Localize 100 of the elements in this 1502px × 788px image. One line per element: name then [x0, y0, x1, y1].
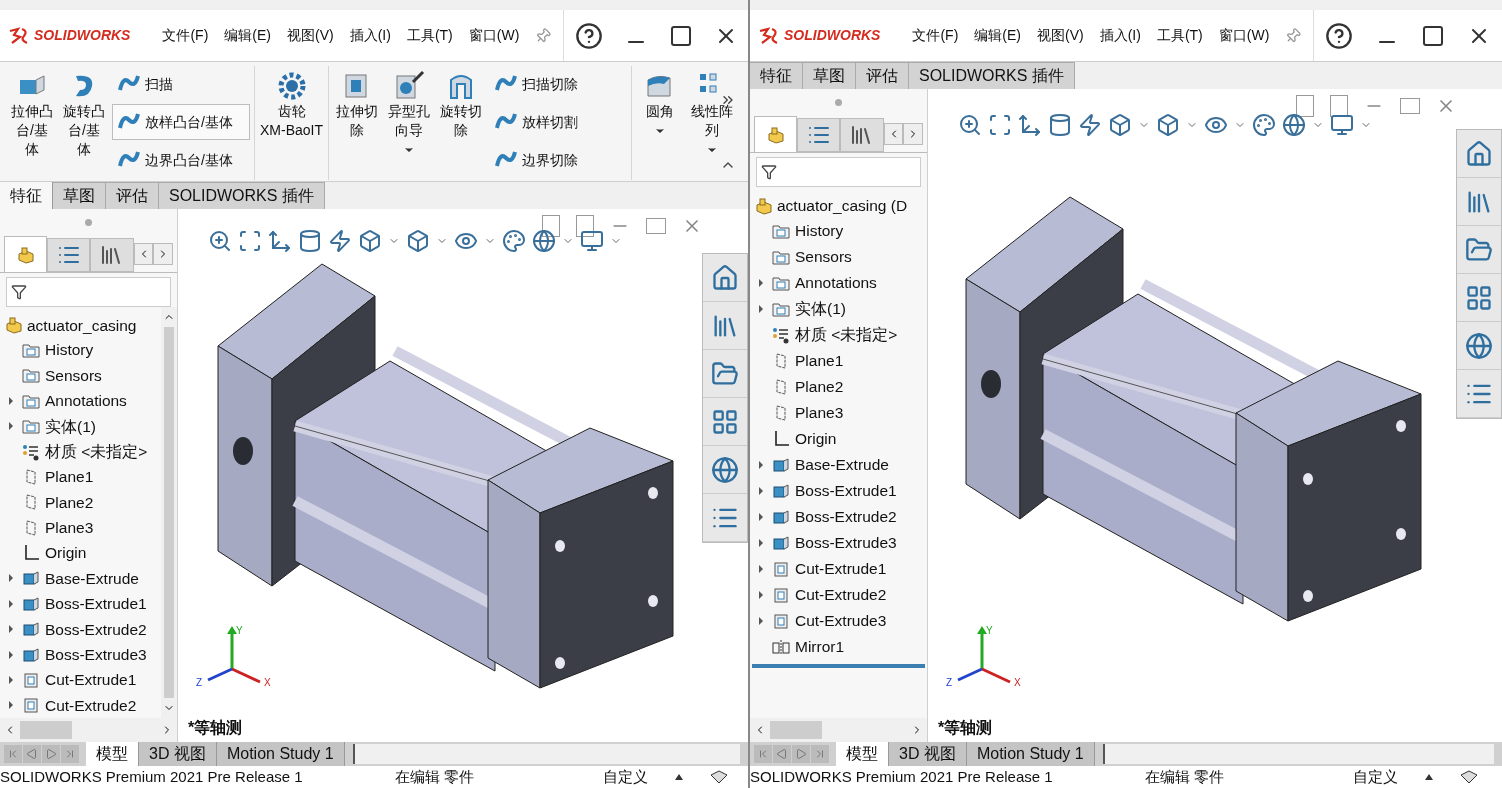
menu-item[interactable]: 窗口(W) — [468, 25, 520, 46]
zoom-area-icon[interactable] — [238, 229, 262, 253]
tree-item[interactable]: Boss-Extrude1 — [22, 592, 147, 616]
lightning-icon[interactable] — [1078, 113, 1102, 137]
tree-item[interactable]: History — [22, 338, 94, 362]
tree-item[interactable]: 实体(1) — [22, 414, 96, 438]
tree-item[interactable]: Plane2 — [22, 490, 94, 514]
restore-icon[interactable] — [1400, 98, 1420, 114]
tile-left-icon[interactable] — [542, 215, 560, 237]
nav-button[interactable] — [42, 745, 60, 763]
command-tab[interactable]: 评估 — [856, 62, 909, 89]
grid-icon[interactable] — [711, 407, 739, 436]
expand-arrow-icon[interactable] — [757, 278, 765, 288]
rebuild-icon[interactable] — [709, 769, 729, 785]
ribbon-button[interactable]: 异型孔 向导 — [385, 66, 433, 156]
tree-item[interactable]: Annotations — [22, 389, 127, 413]
ribbon-button[interactable]: 旋转切 除 — [437, 66, 485, 140]
expand-arrow-icon[interactable] — [757, 590, 765, 600]
scroll-left-button[interactable] — [133, 242, 154, 265]
ribbon-small-button[interactable]: 扫描 — [112, 66, 250, 102]
view-orientation-icon[interactable] — [358, 229, 382, 253]
tree-item[interactable]: Sensors — [772, 245, 852, 269]
model-tab[interactable]: Motion Study 1 — [216, 742, 345, 766]
expand-arrow-icon[interactable] — [757, 460, 765, 470]
command-tab[interactable]: SOLIDWORKS 插件 — [159, 182, 325, 209]
tree-item[interactable]: Boss-Extrude2 — [22, 617, 147, 641]
tree-item[interactable]: Plane3 — [772, 401, 844, 425]
tree-item[interactable]: Plane2 — [772, 375, 844, 399]
horizontal-scrollbar[interactable] — [1102, 744, 1494, 764]
rebuild-icon[interactable] — [1459, 769, 1479, 785]
menu-item[interactable]: 工具(T) — [406, 25, 453, 46]
monitor-icon[interactable] — [580, 229, 604, 253]
tree-item[interactable]: Cut-Extrude3 — [772, 609, 887, 633]
tree-item[interactable]: Boss-Extrude3 — [772, 531, 897, 555]
scroll-left-button[interactable] — [883, 122, 904, 145]
tree-item[interactable]: 实体(1) — [772, 297, 846, 321]
ribbon-button[interactable]: 齿轮 XM-BaoIT — [259, 66, 324, 140]
tree-item[interactable]: Base-Extrude — [772, 453, 889, 477]
ribbon-small-button[interactable]: 放样切割 — [489, 104, 627, 140]
tree-item[interactable]: History — [772, 219, 844, 243]
menu-item[interactable]: 插入(I) — [1099, 25, 1141, 46]
grid-icon[interactable] — [1465, 283, 1493, 312]
expand-arrow-icon[interactable] — [7, 649, 15, 660]
tree-item[interactable]: Plane3 — [22, 516, 94, 540]
model-tab[interactable]: 模型 — [86, 742, 139, 766]
model-tab[interactable]: Motion Study 1 — [966, 742, 1095, 766]
menu-item[interactable]: 视图(V) — [287, 25, 334, 46]
zoom-area-icon[interactable] — [988, 113, 1012, 137]
section-view-icon[interactable] — [298, 229, 322, 253]
view-orientation-icon[interactable] — [1108, 113, 1132, 137]
ribbon-small-button[interactable]: 放样凸台/基体 — [112, 104, 250, 140]
menu-item[interactable]: 工具(T) — [1156, 25, 1203, 46]
expand-arrow-icon[interactable] — [7, 624, 15, 635]
tree-item[interactable]: Cut-Extrude1 — [772, 557, 887, 581]
tree-item[interactable]: Cut-Extrude2 — [22, 693, 137, 717]
menu-item[interactable]: 窗口(W) — [1218, 25, 1270, 46]
home-icon[interactable] — [711, 263, 739, 292]
maximize-icon[interactable] — [1421, 23, 1446, 48]
tile-right-icon[interactable] — [576, 215, 594, 237]
model-tab[interactable]: 3D 视图 — [889, 742, 967, 766]
command-tab[interactable]: 特征 — [750, 62, 803, 89]
tree-item[interactable]: Mirror1 — [772, 635, 845, 659]
tree-item[interactable]: 材质 <未指定> — [772, 323, 898, 347]
zoom-fit-icon[interactable] — [958, 113, 982, 137]
previous-view-icon[interactable] — [268, 229, 292, 253]
expand-arrow-icon[interactable] — [757, 538, 765, 548]
tree-item[interactable]: Origin — [22, 541, 87, 565]
command-tab[interactable]: SOLIDWORKS 插件 — [909, 62, 1075, 89]
expand-arrow-icon[interactable] — [7, 700, 15, 711]
restore-icon[interactable] — [646, 218, 666, 234]
tile-left-icon[interactable] — [1296, 95, 1314, 117]
expand-arrow-icon[interactable] — [7, 421, 15, 432]
model-tab[interactable]: 模型 — [836, 742, 889, 766]
home-icon[interactable] — [1465, 139, 1493, 168]
filter-field[interactable] — [756, 157, 921, 187]
ribbon-button[interactable]: 拉伸凸 台/基 体 — [8, 66, 56, 159]
tree-item[interactable]: Base-Extrude — [22, 566, 139, 591]
appearance-icon[interactable] — [1252, 113, 1276, 137]
up-caret-icon[interactable] — [675, 774, 683, 780]
tree-item[interactable]: 材质 <未指定> — [22, 439, 148, 464]
nav-button[interactable] — [792, 745, 810, 763]
filter-field[interactable] — [6, 277, 171, 307]
tree-root[interactable]: actuator_casing — [0, 313, 161, 338]
horizontal-scrollbar[interactable] — [352, 744, 740, 764]
tree-root[interactable]: actuator_casing (D — [750, 193, 927, 218]
menu-item[interactable]: 编辑(E) — [974, 25, 1021, 46]
menu-item[interactable]: 文件(F) — [162, 25, 209, 46]
expand-arrow-icon[interactable] — [757, 564, 765, 574]
ribbon-button[interactable]: 线性阵 列 — [688, 66, 736, 156]
tree-item[interactable]: Cut-Extrude1 — [22, 668, 137, 692]
tile-right-icon[interactable] — [1330, 95, 1348, 117]
tree-item[interactable]: Plane1 — [772, 349, 844, 373]
model-tab[interactable]: 3D 视图 — [139, 742, 217, 766]
feature-manager-tab[interactable] — [4, 236, 48, 272]
scroll-right-button[interactable] — [903, 122, 924, 145]
help-icon[interactable] — [574, 21, 603, 50]
scene-icon[interactable] — [532, 229, 556, 253]
tree-item[interactable]: Boss-Extrude1 — [772, 479, 897, 503]
tree-item[interactable]: Boss-Extrude3 — [22, 642, 147, 667]
expand-arrow-icon[interactable] — [7, 573, 15, 584]
